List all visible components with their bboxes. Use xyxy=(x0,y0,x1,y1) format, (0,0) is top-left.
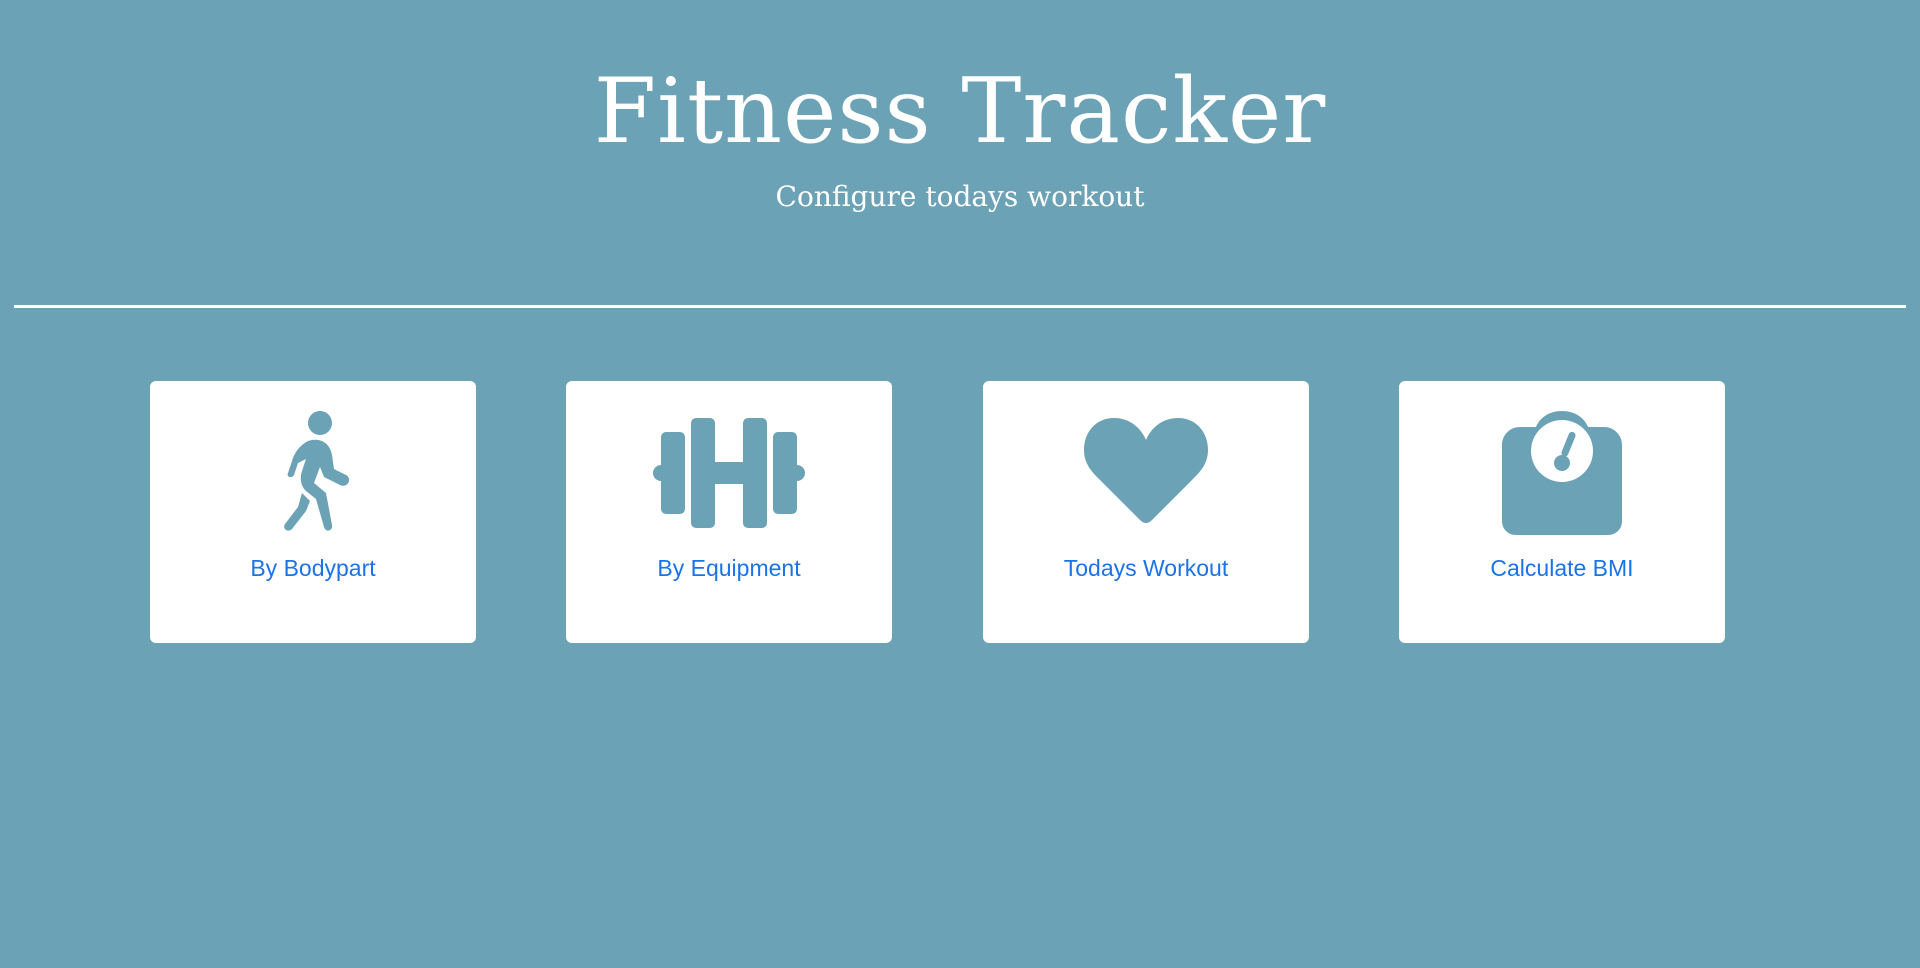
weight-scale-icon xyxy=(1399,411,1725,535)
header-divider xyxy=(14,305,1906,308)
todays-workout-label[interactable]: Todays Workout xyxy=(983,555,1309,582)
by-equipment-card[interactable]: By Equipment xyxy=(566,381,892,643)
by-equipment-label[interactable]: By Equipment xyxy=(566,555,892,582)
page-subtitle: Configure todays workout xyxy=(775,180,1145,213)
calculate-bmi-card[interactable]: Calculate BMI xyxy=(1399,381,1725,643)
page-title: Fitness Tracker xyxy=(593,59,1327,164)
by-bodypart-card[interactable]: By Bodypart xyxy=(150,381,476,643)
page: Fitness Tracker Configure todays workout… xyxy=(0,0,1920,968)
heart-icon xyxy=(983,411,1309,535)
todays-workout-card[interactable]: Todays Workout xyxy=(983,381,1309,643)
walking-person-icon xyxy=(150,411,476,535)
by-bodypart-label[interactable]: By Bodypart xyxy=(150,555,476,582)
calculate-bmi-label[interactable]: Calculate BMI xyxy=(1399,555,1725,582)
dumbbell-icon xyxy=(566,411,892,535)
